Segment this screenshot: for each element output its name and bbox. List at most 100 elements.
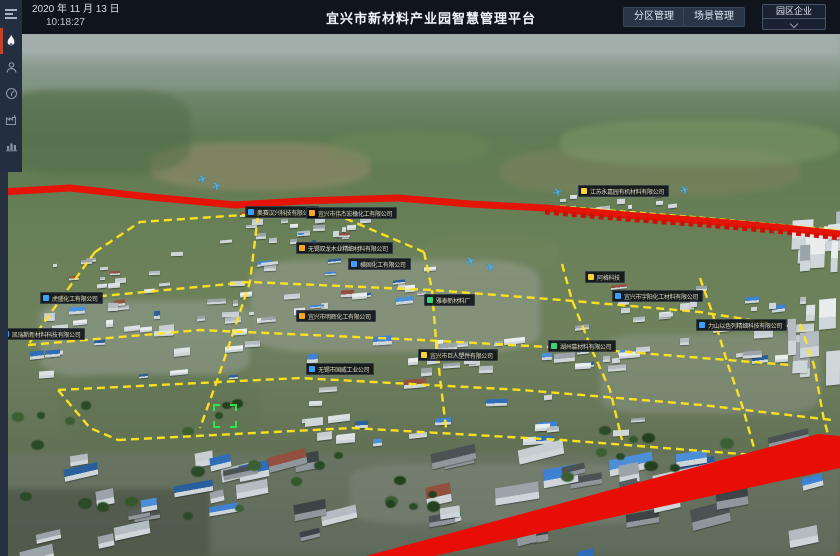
enterprise-icon — [351, 261, 357, 267]
building — [421, 367, 432, 376]
enterprise-icon — [588, 274, 594, 280]
building — [398, 284, 406, 290]
building — [317, 431, 332, 440]
building-label[interactable]: 无锡市国威工业公司 — [306, 363, 374, 375]
tree — [125, 497, 137, 507]
enterprise-icon — [309, 210, 315, 216]
building — [434, 339, 443, 349]
building-label[interactable]: 凯瑞斯新材料科技有限公司 — [0, 328, 85, 340]
tree — [31, 440, 44, 450]
building — [583, 210, 594, 215]
building — [159, 282, 170, 286]
building — [800, 244, 810, 271]
building-label[interactable]: 宜兴市巨人塑件有限公司 — [418, 349, 498, 361]
building — [659, 311, 671, 319]
enterprise-icon — [699, 322, 705, 328]
building — [802, 473, 825, 490]
building — [246, 225, 257, 229]
building — [569, 195, 576, 200]
building — [743, 350, 763, 359]
plane-marker: ✈ — [196, 172, 209, 187]
building — [393, 280, 405, 285]
tree — [427, 501, 441, 512]
sidebar-item-menu[interactable] — [0, 0, 22, 28]
building — [373, 335, 393, 345]
building — [532, 435, 553, 444]
building — [542, 352, 552, 359]
building — [153, 330, 173, 336]
building-label[interactable]: 力山以色列精细科技有限公司 — [696, 319, 787, 331]
building — [656, 201, 663, 205]
building — [342, 232, 349, 238]
enterprise-icon — [427, 297, 433, 303]
tree — [394, 476, 406, 486]
building — [570, 206, 576, 210]
building-label[interactable]: 阿格科技 — [585, 271, 625, 283]
park-enterprise-dropdown[interactable]: 园区企业 — [762, 4, 826, 30]
building — [612, 430, 629, 437]
building — [653, 490, 681, 513]
building — [806, 305, 815, 322]
building — [73, 319, 87, 326]
tree — [642, 433, 655, 443]
building-label[interactable]: 江苏永嘉园有机材料有限公司 — [578, 185, 669, 197]
building — [209, 502, 238, 516]
building — [409, 432, 427, 439]
building — [39, 370, 54, 378]
building — [325, 271, 336, 275]
building — [342, 227, 347, 232]
building-label[interactable]: 虎盛化工有限公司 — [40, 292, 103, 304]
enterprise-label-text: 宜兴市宇阳化工材料有限公司 — [624, 292, 698, 301]
building-label[interactable]: 无锡双龙木业精细材料有限公司 — [296, 242, 393, 254]
tree — [183, 512, 193, 520]
building — [595, 207, 601, 212]
building — [300, 527, 320, 540]
scene-manage-button[interactable]: 场景管理 — [683, 7, 745, 27]
building — [86, 258, 96, 263]
building-label[interactable]: 湖州慕材料有限公司 — [548, 340, 616, 352]
sidebar-item-stats[interactable] — [0, 132, 22, 158]
building — [796, 323, 814, 332]
map-3d-view[interactable]: 奥赛汉兴科技有限公司宜兴市伟杰宏橡化工有限公司无锡双龙木业精细材料有限公司横固化… — [0, 34, 840, 556]
sidebar — [0, 0, 22, 172]
plane-marker: ✈ — [484, 260, 497, 275]
tree — [561, 472, 573, 482]
building-label[interactable]: 雅泰新材料厂 — [424, 294, 475, 306]
building — [625, 351, 636, 357]
building — [504, 337, 525, 345]
hamburger-icon — [4, 8, 18, 20]
building — [230, 281, 245, 286]
building — [109, 271, 119, 275]
building — [535, 424, 550, 432]
building — [171, 252, 183, 256]
building — [575, 362, 591, 369]
building — [69, 276, 79, 281]
building — [560, 199, 566, 202]
sidebar-item-person[interactable] — [0, 54, 22, 80]
building — [290, 223, 298, 228]
building — [106, 320, 113, 327]
enterprise-icon — [248, 209, 254, 215]
sidebar-item-monitor[interactable] — [0, 80, 22, 106]
sidebar-item-factory[interactable] — [0, 106, 22, 132]
building — [64, 462, 99, 482]
building — [798, 247, 820, 264]
building — [675, 450, 707, 468]
plane-marker: ✈ — [464, 254, 477, 269]
tree — [314, 461, 325, 469]
building-label[interactable]: 宜兴市伟杰宏橡化工有限公司 — [306, 207, 397, 219]
building — [405, 285, 415, 292]
red-road-top — [0, 188, 840, 234]
building — [745, 296, 759, 303]
zone-manage-button[interactable]: 分区管理 — [623, 7, 685, 27]
building — [819, 298, 836, 329]
building-label[interactable]: 宜兴市明辉化工有限公司 — [296, 310, 376, 322]
sidebar-item-fire[interactable] — [0, 28, 22, 54]
building — [313, 224, 325, 230]
building — [307, 353, 318, 363]
building — [440, 506, 460, 520]
building-label[interactable]: 宜兴市宇阳化工材料有限公司 — [612, 290, 703, 302]
building — [173, 480, 212, 497]
building-label[interactable]: 横固化工有限公司 — [348, 258, 411, 270]
terrain-patch — [150, 142, 370, 190]
